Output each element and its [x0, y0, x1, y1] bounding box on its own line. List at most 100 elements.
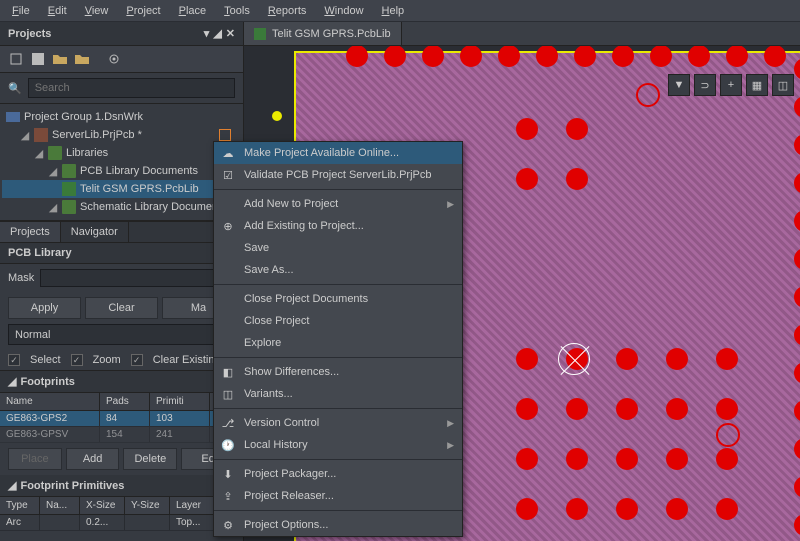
ctx-validate-pcb-project-serverlib-prjpcb[interactable]: ☑Validate PCB Project ServerLib.PrjPcb: [214, 164, 462, 186]
pad[interactable]: [666, 448, 688, 470]
ctx-save[interactable]: Save: [214, 237, 462, 259]
pad[interactable]: [794, 96, 800, 118]
expand-icon[interactable]: ◢: [48, 165, 58, 178]
gear-icon[interactable]: [106, 51, 122, 67]
pad[interactable]: [688, 46, 710, 67]
ctx-make-project-available-online[interactable]: ☁Make Project Available Online...: [214, 142, 462, 164]
pad[interactable]: [574, 46, 596, 67]
pad[interactable]: [794, 514, 800, 536]
tab-projects[interactable]: Projects: [0, 222, 61, 242]
tree-sch-lib-docs[interactable]: ◢Schematic Library Document: [2, 198, 241, 216]
ctx-variants[interactable]: ◫Variants...: [214, 383, 462, 405]
expand-icon[interactable]: ◢: [20, 129, 30, 142]
chart-icon[interactable]: ◫: [772, 74, 794, 96]
ctx-add-existing-to-project[interactable]: ⊕Add Existing to Project...: [214, 215, 462, 237]
tree-project[interactable]: ◢ServerLib.PrjPcb *: [2, 126, 241, 144]
pad[interactable]: [716, 348, 738, 370]
pad[interactable]: [516, 168, 538, 190]
pad[interactable]: [666, 398, 688, 420]
table-row[interactable]: GE863-GPSV 154 241: [0, 427, 243, 443]
footprints-header[interactable]: ◢Footprints: [0, 371, 243, 393]
col-primitives[interactable]: Primiti: [150, 393, 210, 410]
pad[interactable]: [794, 134, 800, 156]
ctx-add-new-to-project[interactable]: Add New to Project▶: [214, 193, 462, 215]
zoom-checkbox[interactable]: ✓: [71, 354, 83, 366]
tab-navigator[interactable]: Navigator: [61, 222, 129, 242]
pad[interactable]: [794, 400, 800, 422]
mode-dropdown[interactable]: Normal▾: [8, 324, 235, 345]
pad[interactable]: [650, 46, 672, 67]
pad[interactable]: [616, 498, 638, 520]
place-button[interactable]: Place: [8, 448, 62, 470]
pad[interactable]: [716, 448, 738, 470]
add-button[interactable]: Add: [66, 448, 120, 470]
tree-libraries[interactable]: ◢Libraries: [2, 144, 241, 162]
pad[interactable]: [566, 448, 588, 470]
pad[interactable]: [460, 46, 482, 67]
pad[interactable]: [794, 58, 800, 80]
doc-tab[interactable]: Telit GSM GPRS.PcbLib: [244, 22, 402, 45]
menu-edit[interactable]: Edit: [40, 2, 75, 20]
plus-icon[interactable]: +: [720, 74, 742, 96]
apply-button[interactable]: Apply: [8, 297, 81, 319]
pad[interactable]: [516, 118, 538, 140]
new-icon[interactable]: [8, 51, 24, 67]
ctx-project-packager[interactable]: ⬇Project Packager...: [214, 463, 462, 485]
pad[interactable]: [616, 448, 638, 470]
grid-icon[interactable]: ▦: [746, 74, 768, 96]
pad[interactable]: [536, 46, 558, 67]
table-row[interactable]: GE863-GPS2 84 103: [0, 411, 243, 427]
pad[interactable]: [566, 118, 588, 140]
ring-pad[interactable]: [636, 83, 660, 107]
expand-icon[interactable]: ◢: [48, 201, 58, 214]
ctx-explore[interactable]: Explore: [214, 332, 462, 354]
ctx-project-releaser[interactable]: ⇪Project Releaser...: [214, 485, 462, 507]
pad[interactable]: [666, 348, 688, 370]
ctx-local-history[interactable]: 🕐Local History▶: [214, 434, 462, 456]
tree-pcb-lib-file[interactable]: Telit GSM GPRS.PcbLib: [2, 180, 241, 198]
pad[interactable]: [794, 172, 800, 194]
fit-icon[interactable]: ⊃: [694, 74, 716, 96]
folder-icon[interactable]: [52, 51, 68, 67]
pad[interactable]: [422, 46, 444, 67]
table-row[interactable]: Arc 0.2... Top...: [0, 515, 243, 531]
filter-icon[interactable]: ▼: [668, 74, 690, 96]
mask-input[interactable]: [40, 269, 235, 287]
pad[interactable]: [516, 398, 538, 420]
pad[interactable]: [346, 46, 368, 67]
col-name[interactable]: Name: [0, 393, 100, 410]
pad[interactable]: [384, 46, 406, 67]
pad[interactable]: [616, 348, 638, 370]
ctx-save-as[interactable]: Save As...: [214, 259, 462, 281]
delete-button[interactable]: Delete: [123, 448, 177, 470]
menu-reports[interactable]: Reports: [260, 2, 315, 20]
primitives-header[interactable]: ◢Footprint Primitives: [0, 475, 243, 497]
pad[interactable]: [616, 398, 638, 420]
menu-file[interactable]: File: [4, 2, 38, 20]
pad[interactable]: [794, 248, 800, 270]
pad[interactable]: [666, 498, 688, 520]
pad[interactable]: [612, 46, 634, 67]
ctx-close-project[interactable]: Close Project: [214, 310, 462, 332]
pad[interactable]: [764, 46, 786, 67]
select-checkbox[interactable]: ✓: [8, 354, 20, 366]
dropdown-icon[interactable]: ▾: [204, 27, 210, 40]
menu-project[interactable]: Project: [118, 2, 168, 20]
ring-pad[interactable]: [716, 423, 740, 447]
pad[interactable]: [498, 46, 520, 67]
pad[interactable]: [566, 398, 588, 420]
pad[interactable]: [516, 498, 538, 520]
pad[interactable]: [794, 324, 800, 346]
pad[interactable]: [716, 498, 738, 520]
pad[interactable]: [794, 362, 800, 384]
pad[interactable]: [794, 286, 800, 308]
menu-tools[interactable]: Tools: [216, 2, 258, 20]
search-input[interactable]: [28, 78, 235, 98]
save-icon[interactable]: [30, 51, 46, 67]
tree-pcb-lib-docs[interactable]: ◢PCB Library Documents: [2, 162, 241, 180]
menu-view[interactable]: View: [77, 2, 117, 20]
pad[interactable]: [716, 398, 738, 420]
clear-button[interactable]: Clear: [85, 297, 158, 319]
menu-help[interactable]: Help: [374, 2, 413, 20]
close-icon[interactable]: ✕: [226, 27, 235, 40]
